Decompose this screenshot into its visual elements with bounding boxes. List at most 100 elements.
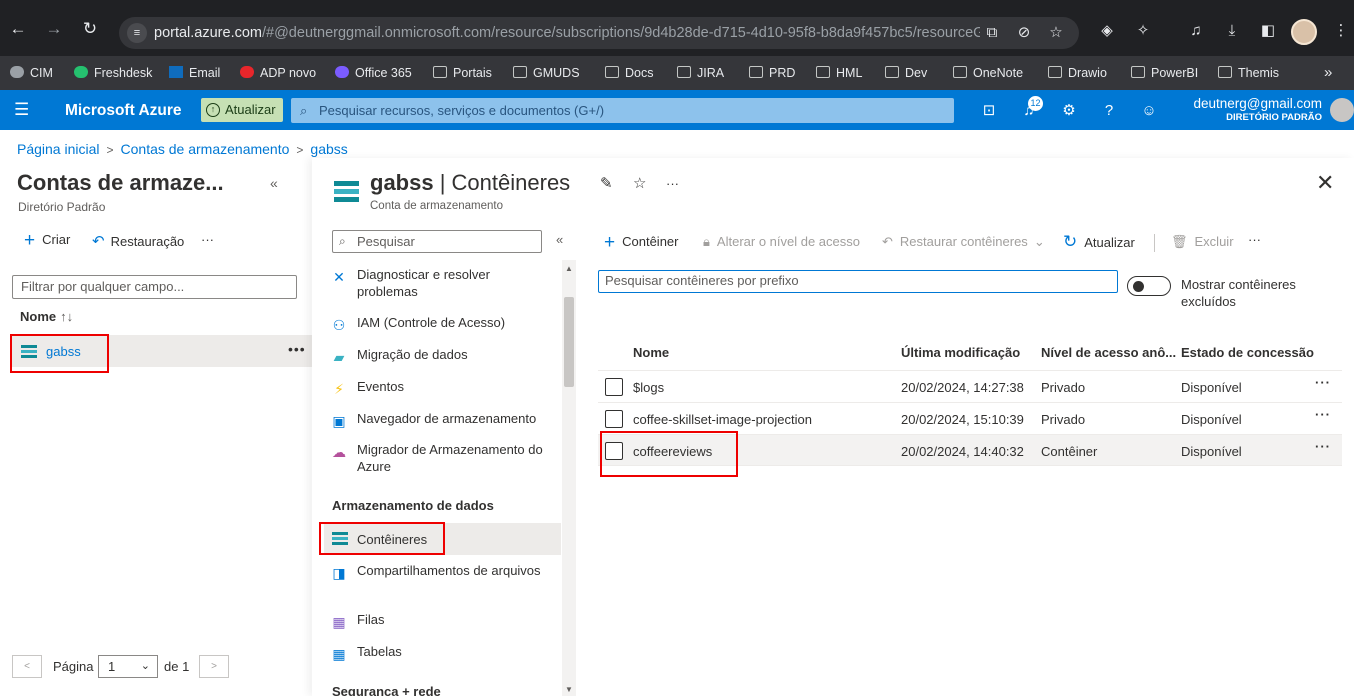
side-panel-icon[interactable]: ◧	[1258, 21, 1278, 41]
back-icon[interactable]: ←	[7, 18, 29, 40]
bookmark-office365[interactable]: Office 365	[335, 63, 412, 83]
favorite-star-icon[interactable]: ☆	[633, 174, 646, 192]
name-column-header[interactable]: Nome ↑↓	[20, 309, 73, 324]
menu-item-migration[interactable]: ▰ Migração de dados	[324, 346, 561, 366]
highlight-box-containers	[319, 522, 445, 555]
filter-input[interactable]: Filtrar por qualquer campo...	[12, 275, 297, 299]
address-bar[interactable]: ≡ portal.azure.com/#@deutnerggmail.onmic…	[119, 17, 1079, 49]
bookmark-star-icon[interactable]: ☆	[1047, 24, 1065, 42]
delete-button[interactable]: 🗑︎ Excluir	[1171, 234, 1234, 250]
menu-item-migrator[interactable]: ☁ Migrador de Armazenamento do Azure	[324, 441, 561, 477]
row-more-button[interactable]: ···	[1315, 439, 1331, 454]
container-search-input[interactable]: Pesquisar contêineres por prefixo	[598, 270, 1118, 293]
bookmark-prd[interactable]: PRD	[749, 63, 795, 83]
show-deleted-toggle[interactable]	[1127, 276, 1171, 296]
bookmarks-overflow[interactable]: »	[1324, 63, 1332, 83]
row-more-button[interactable]: •••	[288, 341, 306, 357]
row-checkbox[interactable]	[605, 378, 623, 396]
table-row[interactable]: coffee-skillset-image-projection 20/02/2…	[598, 402, 1342, 434]
collapse-menu-icon[interactable]: «	[556, 232, 563, 247]
scrollbar-thumb[interactable]	[564, 297, 574, 387]
breadcrumb-gabss[interactable]: gabss	[310, 141, 347, 157]
menu-item-events[interactable]: ⚡ Eventos	[324, 378, 561, 398]
breadcrumb-home[interactable]: Página inicial	[17, 141, 100, 157]
account-info[interactable]: deutnerg@gmail.com DIRETÓRIO PADRÃO	[1193, 96, 1322, 123]
install-app-icon[interactable]: ⧉	[983, 24, 1001, 42]
bookmark-cim[interactable]: CIM	[10, 63, 53, 83]
restore-button[interactable]: ↶ Restauração	[92, 232, 184, 250]
col-name-header[interactable]: Nome	[633, 345, 669, 360]
container-name[interactable]: $logs	[633, 380, 664, 395]
bookmark-themis[interactable]: Themis	[1218, 63, 1279, 83]
cloud-shell-icon[interactable]: ⊡	[979, 101, 999, 121]
kebab-menu-icon[interactable]: ⋮	[1331, 21, 1351, 41]
scroll-down-icon[interactable]: ▼	[565, 685, 573, 694]
bookmark-hml[interactable]: HML	[816, 63, 862, 83]
download-icon[interactable]: ⤓	[1222, 21, 1242, 41]
global-search-input[interactable]: ⌕ Pesquisar recursos, serviços e document…	[291, 98, 954, 123]
extensions-puzzle-icon[interactable]: ✧	[1133, 21, 1153, 41]
menu-item-file-shares[interactable]: ◨ Compartilhamentos de arquivos	[324, 562, 561, 598]
menu-item-storage-browser[interactable]: ▣ Navegador de armazenamento	[324, 410, 561, 430]
col-lease-header[interactable]: Estado de concessão	[1181, 345, 1314, 360]
breadcrumb-storage-accounts[interactable]: Contas de armazenamento	[121, 141, 290, 157]
upgrade-button[interactable]: ↑ Atualizar	[201, 98, 283, 122]
site-info-icon[interactable]: ≡	[127, 23, 147, 43]
help-icon[interactable]: ?	[1099, 101, 1119, 121]
account-avatar[interactable]	[1330, 98, 1354, 122]
bookmark-drawio[interactable]: Drawio	[1048, 63, 1107, 83]
pin-icon[interactable]: ✎	[600, 174, 613, 192]
settings-gear-icon[interactable]: ⚙	[1059, 101, 1079, 121]
row-more-button[interactable]: ···	[1315, 407, 1331, 422]
bookmark-freshdesk[interactable]: Freshdesk	[74, 63, 152, 83]
bookmark-email[interactable]: Email	[169, 63, 220, 83]
bookmark-jira[interactable]: JIRA	[677, 63, 724, 83]
bookmark-dev[interactable]: Dev	[885, 63, 927, 83]
bookmark-gmuds[interactable]: GMUDS	[513, 63, 580, 83]
menu-item-tables[interactable]: ▦ Tabelas	[324, 643, 561, 663]
row-checkbox[interactable]	[605, 410, 623, 428]
close-icon[interactable]: ✕	[1316, 170, 1334, 196]
menu-item-iam[interactable]: ⚇ IAM (Controle de Acesso)	[324, 314, 561, 334]
hamburger-menu-icon[interactable]: ☰	[14, 101, 29, 119]
profile-avatar[interactable]	[1291, 19, 1317, 45]
row-more-button[interactable]: ···	[1315, 375, 1331, 390]
reload-icon[interactable]: ↻	[79, 18, 101, 40]
left-more-button[interactable]: ···	[201, 232, 214, 247]
page-select[interactable]: 1 ⌄	[98, 655, 158, 678]
bookmark-docs[interactable]: Docs	[605, 63, 653, 83]
menu-search-input[interactable]: ⌕ Pesquisar	[332, 230, 542, 253]
url-text[interactable]: portal.azure.com/#@deutnerggmail.onmicro…	[154, 25, 980, 41]
toolbar-more-button[interactable]: ···	[1248, 232, 1261, 247]
create-button[interactable]: + Criar	[24, 230, 70, 252]
eye-slash-icon[interactable]: ⊘	[1015, 24, 1033, 42]
refresh-button[interactable]: ↻ Atualizar	[1063, 232, 1135, 252]
extension-shield-icon[interactable]: ◈	[1097, 21, 1117, 41]
feedback-icon[interactable]: ☺	[1139, 101, 1159, 121]
bookmark-onenote[interactable]: OneNote	[953, 63, 1023, 83]
col-modified-header[interactable]: Última modificação	[901, 345, 1020, 360]
restore-containers-button[interactable]: ↶ Restaurar contêineres ⌄	[882, 234, 1045, 250]
menu-item-diagnose[interactable]: ✕ Diagnosticar e resolver problemas	[324, 266, 561, 302]
bookmark-portais[interactable]: Portais	[433, 63, 492, 83]
section-data-storage: Armazenamento de dados	[332, 498, 494, 513]
next-page-button[interactable]: >	[199, 655, 229, 678]
col-access-header[interactable]: Nível de acesso anô...	[1041, 345, 1176, 360]
plus-icon: +	[604, 232, 616, 253]
collapse-double-chevron-icon[interactable]: «	[270, 175, 278, 191]
change-access-button[interactable]: 🔒︎ Alterar o nível de acesso	[703, 234, 860, 250]
prev-page-button[interactable]: <	[12, 655, 42, 678]
azure-brand[interactable]: Microsoft Azure	[65, 102, 182, 120]
table-row[interactable]: $logs 20/02/2024, 14:27:38 Privado Dispo…	[598, 370, 1342, 402]
media-control-icon[interactable]: ♫	[1186, 21, 1206, 41]
bookmark-adp[interactable]: ADP novo	[240, 63, 316, 83]
forward-icon[interactable]: →	[43, 18, 65, 40]
scroll-up-icon[interactable]: ▲	[565, 264, 573, 273]
bookmark-powerbi[interactable]: PowerBI	[1131, 63, 1198, 83]
menu-item-queues[interactable]: ▦ Filas	[324, 611, 561, 631]
show-deleted-label: Mostrar contêineres excluídos	[1181, 277, 1296, 309]
container-name[interactable]: coffee-skillset-image-projection	[633, 412, 812, 427]
blade-more-button[interactable]: ···	[666, 176, 679, 191]
menu-scrollbar[interactable]: ▲ ▼	[562, 260, 576, 696]
add-container-button[interactable]: + Contêiner	[604, 232, 678, 254]
